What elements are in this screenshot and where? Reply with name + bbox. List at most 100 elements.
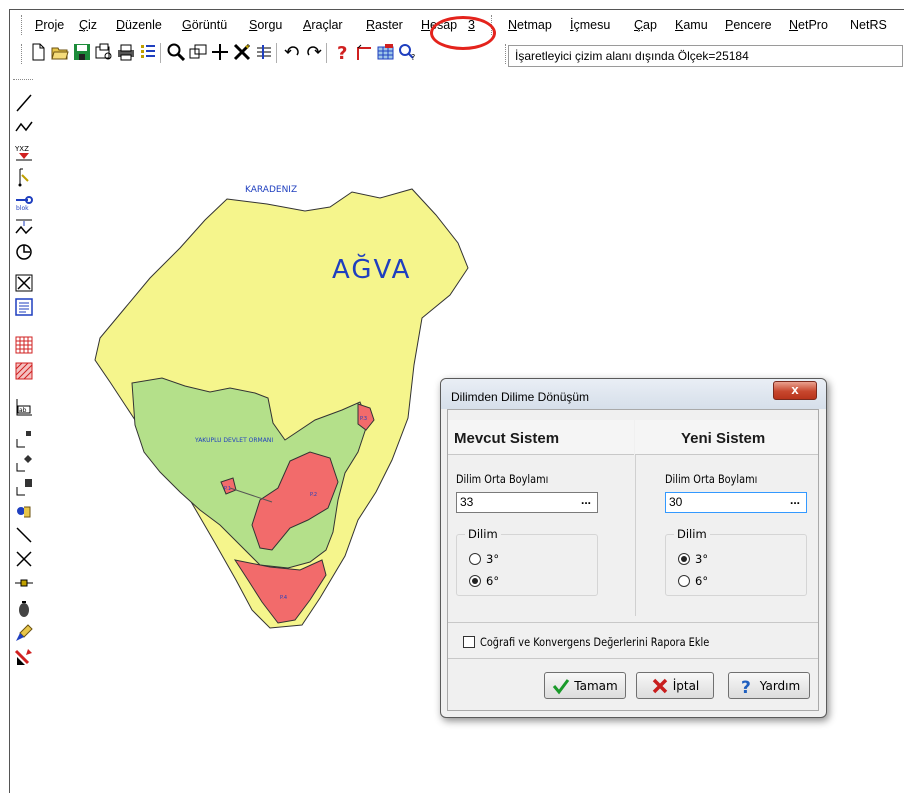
- forest-label: YAKUPLU DEVLET ORMANI: [194, 437, 273, 444]
- dialog-title: Dilimden Dilime Dönüşüm: [451, 390, 590, 404]
- menu-pencere[interactable]: Pencere: [725, 18, 772, 32]
- checkmark-icon: [553, 678, 570, 694]
- intersect-x-icon[interactable]: [13, 548, 35, 570]
- help-question-icon[interactable]: ?: [332, 42, 352, 62]
- close-button[interactable]: x: [773, 381, 817, 400]
- current-meridian-input[interactable]: 33 ...: [456, 492, 598, 513]
- cross-box-icon[interactable]: [13, 272, 35, 294]
- menu-icmesu[interactable]: İçmesu: [570, 18, 610, 32]
- delete-x-icon[interactable]: [232, 42, 252, 62]
- menu-grip[interactable]: [21, 15, 24, 35]
- open-folder-icon[interactable]: [50, 42, 70, 62]
- menu-netpro[interactable]: NetPro: [789, 18, 828, 32]
- menu-sorgu[interactable]: Sorgu: [249, 18, 282, 32]
- ok-button[interactable]: Tamam: [544, 672, 626, 699]
- new-meridian-label: Dilim Orta Boylamı: [665, 472, 758, 486]
- svg-text:?: ?: [337, 43, 347, 61]
- paint-brush-icon[interactable]: [13, 622, 35, 644]
- parcel-label-1: P.1: [224, 486, 231, 492]
- undo-icon[interactable]: [282, 42, 302, 62]
- block-tool-icon[interactable]: blok: [13, 190, 35, 212]
- menu-araclar[interactable]: Araçlar: [303, 18, 343, 32]
- corner-line-icon[interactable]: [354, 42, 374, 62]
- zoom-window-icon[interactable]: [188, 42, 208, 62]
- zoom-icon[interactable]: [166, 42, 186, 62]
- menu-netrs[interactable]: NetRS: [850, 18, 887, 32]
- point-select-icon[interactable]: [13, 166, 35, 188]
- report-checkbox[interactable]: [463, 636, 475, 648]
- polyline-tool-icon[interactable]: [13, 116, 35, 138]
- dialog-titlebar[interactable]: Dilimden Dilime Dönüşüm x: [441, 379, 826, 409]
- menu-ciz[interactable]: Çiz: [79, 18, 97, 32]
- eraser-arrow-icon[interactable]: [13, 646, 35, 668]
- buttons-divider: [448, 658, 818, 659]
- hatch-diagonal-icon[interactable]: [13, 360, 35, 382]
- pan-cross-icon[interactable]: [210, 42, 230, 62]
- toolbar-divider: [326, 43, 327, 63]
- toolbar-divider: [276, 43, 277, 63]
- coordinate-point-icon[interactable]: YXZ: [13, 142, 35, 164]
- table-calc-icon[interactable]: [376, 42, 396, 62]
- sea-label: KARADENIZ: [245, 185, 297, 195]
- offset-line-icon[interactable]: [13, 216, 35, 238]
- cancel-button[interactable]: İptal: [636, 672, 714, 699]
- svg-text:ab: ab: [19, 407, 27, 414]
- fill-bucket-icon[interactable]: [13, 598, 35, 620]
- new-zone-3-radio[interactable]: [678, 553, 690, 565]
- report-checkbox-label[interactable]: Coğrafi ve Konvergens Değerlerini Rapora…: [480, 635, 709, 649]
- new-meridian-input[interactable]: 30 ...: [665, 492, 807, 513]
- menu-duzenle[interactable]: Düzenle: [116, 18, 162, 32]
- new-meridian-browse-button[interactable]: ...: [786, 494, 804, 510]
- find-icon[interactable]: ?: [398, 42, 418, 62]
- layer-list-icon[interactable]: [138, 42, 158, 62]
- menu-cap[interactable]: Çap: [634, 18, 657, 32]
- corner-diamond-icon[interactable]: [13, 452, 35, 474]
- menu-kamu[interactable]: Kamu: [675, 18, 708, 32]
- menu-bar: Proje Çiz Düzenle Görüntü Sorgu Araçlar …: [10, 10, 905, 50]
- move-arrows-icon[interactable]: [254, 42, 274, 62]
- new-system-title: Yeni Sistem: [681, 430, 766, 447]
- diagonal-line-icon[interactable]: [13, 524, 35, 546]
- current-system-panel: Mevcut Sistem Dilim Orta Boylamı 33 ... …: [448, 420, 634, 616]
- menu-netmap[interactable]: Netmap: [508, 18, 552, 32]
- symbol-insert-icon[interactable]: [13, 500, 35, 522]
- svg-text:YXZ: YXZ: [14, 145, 29, 153]
- help-button[interactable]: ? Yardım: [728, 672, 810, 699]
- current-meridian-label: Dilim Orta Boylamı: [456, 472, 549, 486]
- svg-text:?: ?: [411, 53, 415, 61]
- ok-button-label: Tamam: [574, 678, 618, 693]
- cancel-button-label: İptal: [672, 678, 700, 693]
- new-document-icon[interactable]: [28, 42, 48, 62]
- new-zone-group-title: Dilim: [674, 527, 710, 541]
- current-meridian-value: 33: [460, 495, 474, 509]
- label-ab-icon[interactable]: ab: [13, 396, 35, 418]
- text-box-icon[interactable]: [13, 296, 35, 318]
- toolbar-grip[interactable]: [21, 44, 24, 64]
- current-zone-3-label: 3°: [486, 552, 500, 566]
- save-icon[interactable]: [72, 42, 92, 62]
- printer-icon[interactable]: [116, 42, 136, 62]
- parcel-label-3: P.3: [360, 416, 367, 422]
- current-meridian-browse-button[interactable]: ...: [577, 494, 595, 510]
- current-zone-3-radio[interactable]: [469, 553, 481, 565]
- node-line-icon[interactable]: [13, 572, 35, 594]
- hatch-grid-icon[interactable]: [13, 334, 35, 356]
- redo-icon[interactable]: [304, 42, 324, 62]
- new-system-header: Yeni Sistem: [635, 420, 818, 455]
- menu-goruntu[interactable]: Görüntü: [182, 18, 227, 32]
- cancel-x-icon: [652, 678, 667, 693]
- new-system-panel: Yeni Sistem Dilim Orta Boylamı 30 ... Di…: [635, 420, 818, 616]
- new-zone-6-radio[interactable]: [678, 575, 690, 587]
- current-zone-6-radio[interactable]: [469, 575, 481, 587]
- menu-proje[interactable]: Proje: [35, 18, 64, 32]
- corner-square-icon[interactable]: [13, 428, 35, 450]
- menu-raster[interactable]: Raster: [366, 18, 403, 32]
- print-preview-icon[interactable]: [94, 42, 114, 62]
- line-tool-icon[interactable]: [13, 92, 35, 114]
- timer-circle-icon[interactable]: [13, 240, 35, 262]
- parcel-label-2: P.2: [310, 492, 317, 498]
- dialog-body: Mevcut Sistem Dilim Orta Boylamı 33 ... …: [447, 409, 819, 711]
- corner-block-icon[interactable]: [13, 476, 35, 498]
- left-toolbar-grip[interactable]: [13, 79, 33, 82]
- svg-text:?: ?: [741, 678, 751, 695]
